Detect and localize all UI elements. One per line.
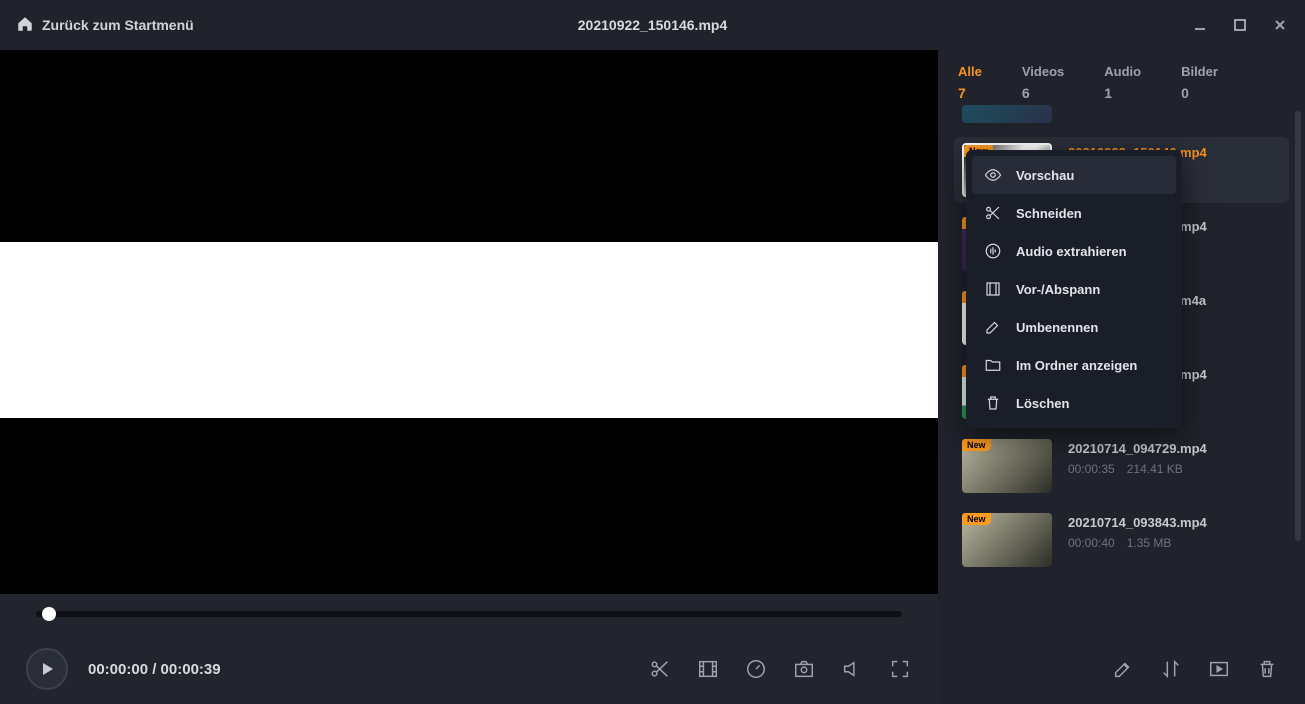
window-title: 20210922_150146.mp4 — [578, 17, 727, 33]
sort-icon[interactable] — [1159, 657, 1183, 681]
thumbnail: New — [962, 513, 1052, 567]
menu-label: Vor-/Abspann — [1016, 282, 1100, 297]
menu-preview[interactable]: Vorschau — [972, 156, 1176, 194]
snapshot-icon[interactable] — [792, 657, 816, 681]
scissors-icon — [984, 204, 1002, 222]
maximize-button[interactable] — [1223, 8, 1257, 42]
list-item[interactable]: New 20210714_094729.mp4 00:00:35214.41 K… — [954, 433, 1289, 499]
menu-label: Löschen — [1016, 396, 1069, 411]
thumbnail: New — [962, 439, 1052, 493]
menu-label: Audio extrahieren — [1016, 244, 1127, 259]
audio-icon — [984, 242, 1002, 260]
tab-all[interactable]: Alle 7 — [958, 64, 982, 101]
folder-icon — [984, 356, 1002, 374]
scrollbar[interactable] — [1295, 111, 1301, 541]
eye-icon — [984, 166, 1002, 184]
menu-rename[interactable]: Umbenennen — [972, 308, 1176, 346]
thumbnail — [962, 105, 1052, 123]
tab-label: Videos — [1022, 64, 1064, 79]
new-badge: New — [962, 439, 991, 451]
menu-label: Vorschau — [1016, 168, 1074, 183]
list-item[interactable] — [954, 105, 1289, 129]
menu-extract-audio[interactable]: Audio extrahieren — [972, 232, 1176, 270]
file-name: 20210714_093843.mp4 — [1068, 515, 1207, 530]
context-menu: Vorschau Schneiden Audio extrahieren Vor… — [966, 150, 1182, 428]
close-button[interactable] — [1263, 8, 1297, 42]
seek-bar[interactable] — [36, 611, 902, 617]
back-to-startmenu[interactable]: Zurück zum Startmenü — [16, 15, 194, 36]
pencil-icon — [984, 318, 1002, 336]
volume-icon[interactable] — [840, 657, 864, 681]
film-icon — [984, 280, 1002, 298]
tab-label: Bilder — [1181, 64, 1218, 79]
tab-audio[interactable]: Audio 1 — [1104, 64, 1141, 101]
home-icon — [16, 15, 34, 36]
cut-icon[interactable] — [648, 657, 672, 681]
menu-label: Im Ordner anzeigen — [1016, 358, 1137, 373]
tab-label: Alle — [958, 64, 982, 79]
menu-label: Schneiden — [1016, 206, 1082, 221]
speed-icon[interactable] — [744, 657, 768, 681]
video-preview[interactable] — [0, 50, 938, 594]
time-display: 00:00:00 / 00:00:39 — [88, 661, 221, 678]
edit-icon[interactable] — [1111, 657, 1135, 681]
file-meta: 00:00:35214.41 KB — [1068, 462, 1207, 476]
tab-count: 1 — [1104, 85, 1141, 101]
fullscreen-icon[interactable] — [888, 657, 912, 681]
export-icon[interactable] — [1207, 657, 1231, 681]
tab-videos[interactable]: Videos 6 — [1022, 64, 1064, 101]
file-name: 20210714_094729.mp4 — [1068, 441, 1207, 456]
trash-icon — [984, 394, 1002, 412]
tab-label: Audio — [1104, 64, 1141, 79]
menu-delete[interactable]: Löschen — [972, 384, 1176, 422]
new-badge: New — [962, 513, 991, 525]
menu-show-in-folder[interactable]: Im Ordner anzeigen — [972, 346, 1176, 384]
minimize-button[interactable] — [1183, 8, 1217, 42]
menu-label: Umbenennen — [1016, 320, 1098, 335]
menu-cut[interactable]: Schneiden — [972, 194, 1176, 232]
video-content — [0, 242, 938, 418]
menu-intro-outro[interactable]: Vor-/Abspann — [972, 270, 1176, 308]
tab-count: 7 — [958, 85, 982, 101]
play-button[interactable] — [26, 648, 68, 690]
tab-count: 0 — [1181, 85, 1218, 101]
back-label: Zurück zum Startmenü — [42, 17, 194, 33]
frames-icon[interactable] — [696, 657, 720, 681]
seek-knob[interactable] — [42, 607, 56, 621]
delete-icon[interactable] — [1255, 657, 1279, 681]
list-item[interactable]: New 20210714_093843.mp4 00:00:401.35 MB — [954, 507, 1289, 573]
tab-images[interactable]: Bilder 0 — [1181, 64, 1218, 101]
tab-count: 6 — [1022, 85, 1064, 101]
file-meta: 00:00:401.35 MB — [1068, 536, 1207, 550]
